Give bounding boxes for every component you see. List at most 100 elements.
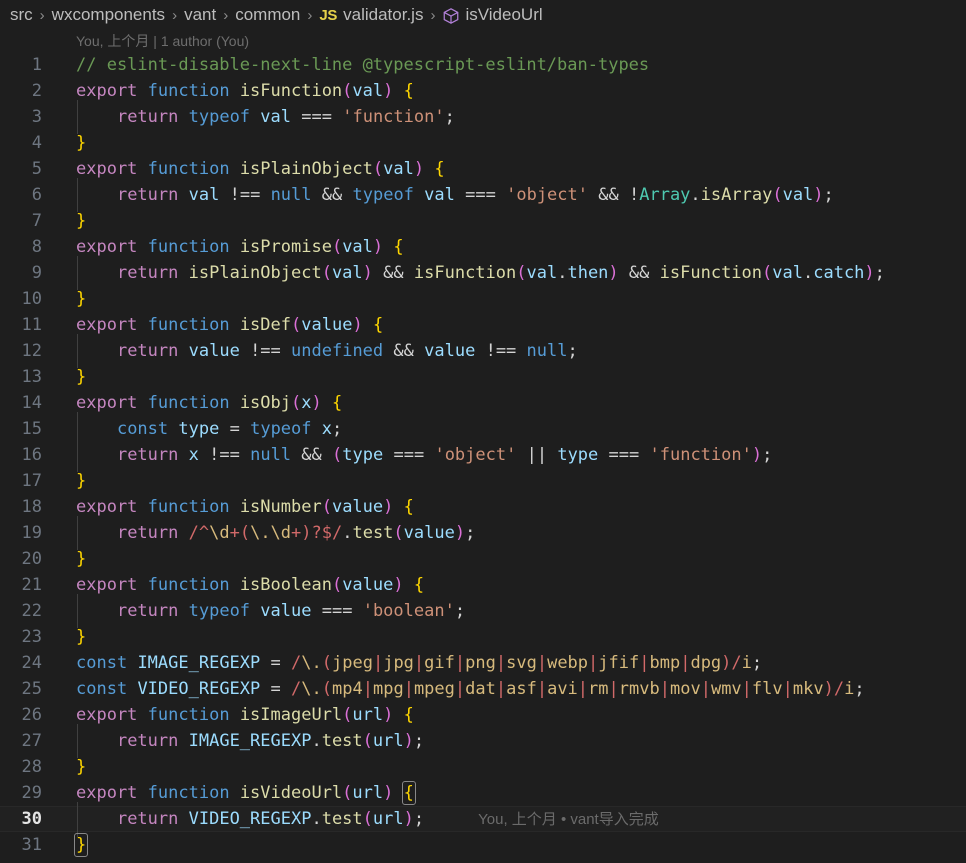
line-number: 14 — [21, 393, 42, 413]
line-content[interactable]: } — [76, 546, 86, 572]
line-content[interactable]: return value !== undefined && value !== … — [76, 334, 578, 368]
code-line[interactable]: 14 export function isObj(x) { — [0, 390, 966, 416]
line-number: 21 — [21, 575, 42, 595]
code-line[interactable]: 2 export function isFunction(val) { — [0, 78, 966, 104]
code-line[interactable]: 3 return typeof val === 'function'; — [0, 100, 966, 134]
line-number: 31 — [21, 835, 42, 855]
line-content[interactable]: export function isBoolean(value) { — [76, 572, 424, 598]
line-number: 23 — [21, 627, 42, 647]
line-content[interactable]: export function isVideoUrl(url) { — [76, 780, 416, 806]
line-number: 24 — [21, 653, 42, 673]
code-line[interactable]: 12 return value !== undefined && value !… — [0, 334, 966, 368]
code-line[interactable]: 23 } — [0, 624, 966, 650]
breadcrumb: src › wxcomponents › vant › common › JS … — [0, 0, 966, 30]
line-number: 9 — [31, 263, 42, 283]
breadcrumb-separator-icon: › — [430, 6, 436, 24]
line-number: 26 — [21, 705, 42, 725]
line-content[interactable]: export function isFunction(val) { — [76, 78, 414, 104]
line-content[interactable]: export function isPromise(val) { — [76, 234, 404, 260]
line-content[interactable]: return VIDEO_REGEXP.test(url); You, 上个月 •… — [76, 801, 659, 837]
line-content[interactable]: export function isObj(x) { — [76, 390, 342, 416]
breadcrumb-item-vant[interactable]: vant — [184, 5, 216, 25]
code-line[interactable]: 6 return val !== null && typeof val === … — [0, 178, 966, 212]
line-number: 2 — [31, 81, 42, 101]
code-line[interactable]: 24 const IMAGE_REGEXP = /\.(jpeg|jpg|gif… — [0, 650, 966, 676]
code-line[interactable]: 27 return IMAGE_REGEXP.test(url); — [0, 724, 966, 758]
line-content[interactable]: } — [76, 468, 86, 494]
line-content[interactable]: export function isImageUrl(url) { — [76, 702, 414, 728]
line-content[interactable]: export function isNumber(value) { — [76, 494, 414, 520]
line-content[interactable]: // eslint-disable-next-line @typescript-… — [76, 52, 649, 78]
breadcrumb-item-isvideourl[interactable]: isVideoUrl — [465, 5, 542, 25]
line-number: 1 — [31, 55, 42, 75]
matching-bracket: } — [73, 833, 89, 857]
code-line[interactable]: 15 const type = typeof x; — [0, 412, 966, 446]
code-line[interactable]: 26 export function isImageUrl(url) { — [0, 702, 966, 728]
line-number: 32 — [0, 858, 42, 863]
code-line[interactable]: 22 return typeof value === 'boolean'; — [0, 594, 966, 628]
code-line[interactable]: 4 } — [0, 130, 966, 156]
code-line[interactable]: 32 — [0, 858, 966, 863]
line-number: 15 — [21, 419, 42, 439]
breadcrumb-separator-icon: › — [307, 6, 313, 24]
code-line[interactable]: 21 export function isBoolean(value) { — [0, 572, 966, 598]
code-line[interactable]: 20 } — [0, 546, 966, 572]
code-line[interactable]: 25 const VIDEO_REGEXP = /\.(mp4|mpg|mpeg… — [0, 676, 966, 702]
line-number: 8 — [31, 237, 42, 257]
line-number: 22 — [21, 601, 42, 621]
inline-blame-annotation[interactable]: You, 上个月 • vant导入完成 — [478, 811, 659, 828]
line-content[interactable]: return /^\d+(\.\d+)?$/.test(value); — [76, 516, 475, 550]
code-line[interactable]: 17 } — [0, 468, 966, 494]
line-number: 6 — [31, 185, 42, 205]
line-number: 19 — [21, 523, 42, 543]
matching-bracket: { — [401, 781, 416, 805]
breadcrumb-item-validator-js[interactable]: validator.js — [343, 5, 423, 25]
line-content[interactable]: } — [76, 364, 86, 390]
line-content[interactable]: return typeof val === 'function'; — [76, 100, 455, 134]
cube-symbol-icon — [442, 7, 460, 25]
javascript-file-icon: JS — [319, 6, 338, 24]
line-content[interactable]: } — [73, 832, 89, 858]
code-line[interactable]: 16 return x !== null && (type === 'objec… — [0, 438, 966, 472]
code-line-active[interactable]: 30 return VIDEO_REGEXP.test(url); You, 上个… — [0, 801, 966, 837]
line-content[interactable]: const type = typeof x; — [76, 412, 342, 446]
code-line[interactable]: 29 export function isVideoUrl(url) { — [0, 780, 966, 806]
line-content[interactable]: return x !== null && (type === 'object' … — [76, 438, 772, 472]
line-number: 3 — [31, 107, 42, 127]
line-content[interactable]: return IMAGE_REGEXP.test(url); — [76, 724, 424, 758]
line-number: 28 — [21, 757, 42, 777]
line-content[interactable]: const IMAGE_REGEXP = /\.(jpeg|jpg|gif|pn… — [76, 650, 762, 676]
code-line[interactable]: 5 export function isPlainObject(val) { — [0, 156, 966, 182]
code-line[interactable]: 31 } — [0, 832, 966, 858]
line-number: 17 — [21, 471, 42, 491]
code-line[interactable]: 1 // eslint-disable-next-line @typescrip… — [0, 52, 966, 78]
code-line[interactable]: 28 } — [0, 754, 966, 780]
line-content[interactable]: export function isDef(value) { — [76, 312, 383, 338]
code-line[interactable]: 8 export function isPromise(val) { — [0, 234, 966, 260]
code-line[interactable]: 19 return /^\d+(\.\d+)?$/.test(value); — [0, 516, 966, 550]
line-number: 20 — [21, 549, 42, 569]
line-content[interactable]: return val !== null && typeof val === 'o… — [76, 178, 834, 212]
code-line[interactable]: 10 } — [0, 286, 966, 312]
breadcrumb-item-wxcomponents[interactable]: wxcomponents — [52, 5, 165, 25]
line-content[interactable]: } — [76, 624, 86, 650]
line-content[interactable]: } — [76, 130, 86, 156]
line-number: 7 — [31, 211, 42, 231]
line-content[interactable]: const VIDEO_REGEXP = /\.(mp4|mpg|mpeg|da… — [76, 676, 865, 702]
line-content[interactable]: return typeof value === 'boolean'; — [76, 594, 465, 628]
breadcrumb-separator-icon: › — [223, 6, 229, 24]
code-line[interactable]: 18 export function isNumber(value) { — [0, 494, 966, 520]
code-line[interactable]: 11 export function isDef(value) { — [0, 312, 966, 338]
code-line[interactable]: 9 return isPlainObject(val) && isFunctio… — [0, 256, 966, 290]
line-content[interactable]: } — [76, 286, 86, 312]
line-content[interactable]: return isPlainObject(val) && isFunction(… — [76, 256, 885, 290]
code-editor[interactable]: 1 // eslint-disable-next-line @typescrip… — [0, 52, 966, 863]
line-content[interactable]: } — [76, 208, 86, 234]
code-line[interactable]: 7 } — [0, 208, 966, 234]
line-content[interactable]: export function isPlainObject(val) { — [76, 156, 445, 182]
breadcrumb-item-src[interactable]: src — [10, 5, 33, 25]
breadcrumb-item-common[interactable]: common — [235, 5, 300, 25]
code-line[interactable]: 13 } — [0, 364, 966, 390]
line-content[interactable]: } — [76, 754, 86, 780]
git-blame-heading: You, 上个月 | 1 author (You) — [0, 30, 966, 52]
